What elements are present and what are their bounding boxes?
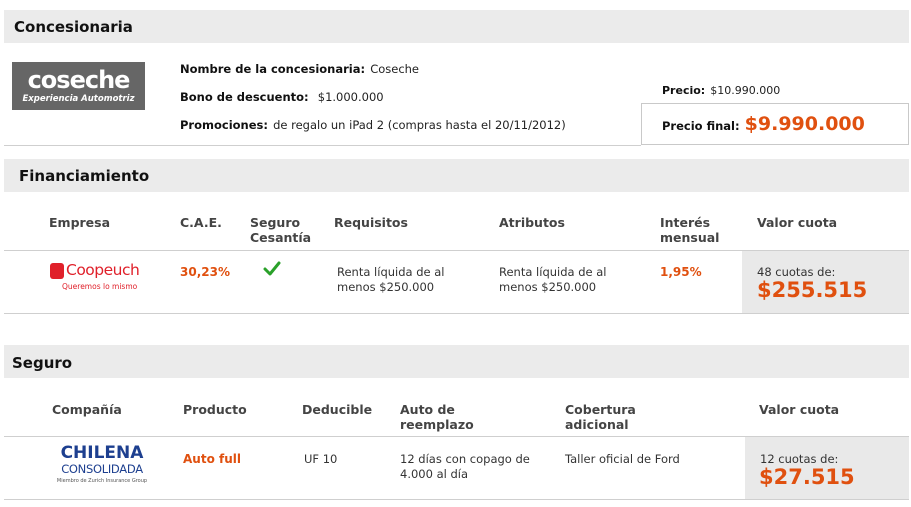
chilena-logo-tagline: Miembro de Zurich Insurance Group (56, 478, 148, 484)
fin-cae-value: 30,23% (180, 265, 230, 279)
fin-col-interes: Interés mensual (660, 215, 720, 245)
nombre-label: Nombre de la concesionaria: (180, 62, 366, 76)
seg-col-valor-cuota: Valor cuota (759, 402, 840, 417)
seg-col-cobertura: Cobertura adicional (565, 402, 636, 432)
financiamiento-title: Financiamiento (19, 167, 150, 185)
bono-label: Bono de descuento: (180, 90, 309, 104)
seg-col-compania: Compañía (52, 402, 122, 417)
seg-cuota-value: $27.515 (759, 465, 855, 489)
precio-final-value: $9.990.000 (744, 113, 865, 135)
fin-col-empresa: Empresa (49, 215, 111, 230)
coopeuch-logo-tagline: Queremos lo mismo (62, 282, 138, 291)
chilena-logo-line2: CONSOLIDADA (61, 462, 143, 476)
concesionaria-title: Concesionaria (14, 18, 133, 36)
coseche-logo-tagline: Experiencia Automotriz (22, 94, 135, 104)
concesionaria-bottom-divider (4, 145, 641, 146)
chilena-logo: CHILENA CONSOLIDADA Miembro de Zurich In… (50, 444, 154, 494)
fin-col-requisitos: Requisitos (334, 215, 408, 230)
seg-auto-reemplazo-value: 12 días con copago de 4.000 al día (400, 452, 530, 481)
fin-cuota-value: $255.515 (757, 278, 868, 302)
seg-col-auto-reemplazo: Auto de reemplazo (400, 402, 474, 432)
seg-producto-value: Auto full (183, 452, 241, 466)
seg-deducible-value: UF 10 (304, 452, 338, 466)
fin-bottom-divider (4, 313, 909, 314)
coopeuch-logo: Coopeuch Queremos lo mismo (48, 261, 158, 294)
seg-col-producto: Producto (183, 402, 247, 417)
concesionaria-header-band (4, 10, 909, 43)
seg-cobertura-value: Taller oficial de Ford (565, 452, 680, 466)
seguro-header-band (4, 345, 909, 378)
coseche-logo: coseche Experiencia Automotriz (12, 62, 145, 110)
precio-label: Precio: (662, 84, 706, 97)
precio-final-row: Precio final: $9.990.000 (662, 113, 865, 135)
fin-col-valor-cuota: Valor cuota (757, 215, 838, 230)
coseche-logo-text: coseche (27, 66, 131, 94)
precio-row: Precio: $10.990.000 (662, 79, 780, 98)
precio-final-label: Precio final: (662, 119, 740, 133)
fin-interes-value: 1,95% (660, 265, 702, 279)
nombre-value: Coseche (370, 62, 420, 76)
seg-bottom-divider (4, 499, 909, 500)
fin-col-atributos: Atributos (499, 215, 565, 230)
precio-value: $10.990.000 (710, 84, 781, 97)
bono-value: $1.000.000 (317, 90, 384, 104)
check-icon (263, 261, 281, 281)
promo-label: Promociones: (180, 118, 268, 132)
chilena-logo-line1: CHILENA (60, 443, 144, 463)
seg-col-deducible: Deducible (302, 402, 373, 417)
fin-col-seguro-cesantia: Seguro Cesantía (250, 215, 312, 245)
bono-row: Bono de descuento: $1.000.000 (180, 86, 384, 105)
precio-final-box: Precio final: $9.990.000 (641, 103, 909, 145)
fin-col-cae: C.A.E. (180, 215, 222, 230)
coopeuch-logo-mark (50, 263, 64, 279)
seguro-title: Seguro (12, 354, 73, 372)
promo-value: de regalo un iPad 2 (compras hasta el 20… (273, 118, 566, 132)
promo-row: Promociones: de regalo un iPad 2 (compra… (180, 114, 566, 133)
fin-requisitos-value: Renta líquida de al menos $250.000 (337, 265, 445, 294)
nombre-row: Nombre de la concesionaria: Coseche (180, 58, 419, 77)
coopeuch-logo-text: Coopeuch (66, 261, 140, 279)
fin-atributos-value: Renta líquida de al menos $250.000 (499, 265, 607, 294)
